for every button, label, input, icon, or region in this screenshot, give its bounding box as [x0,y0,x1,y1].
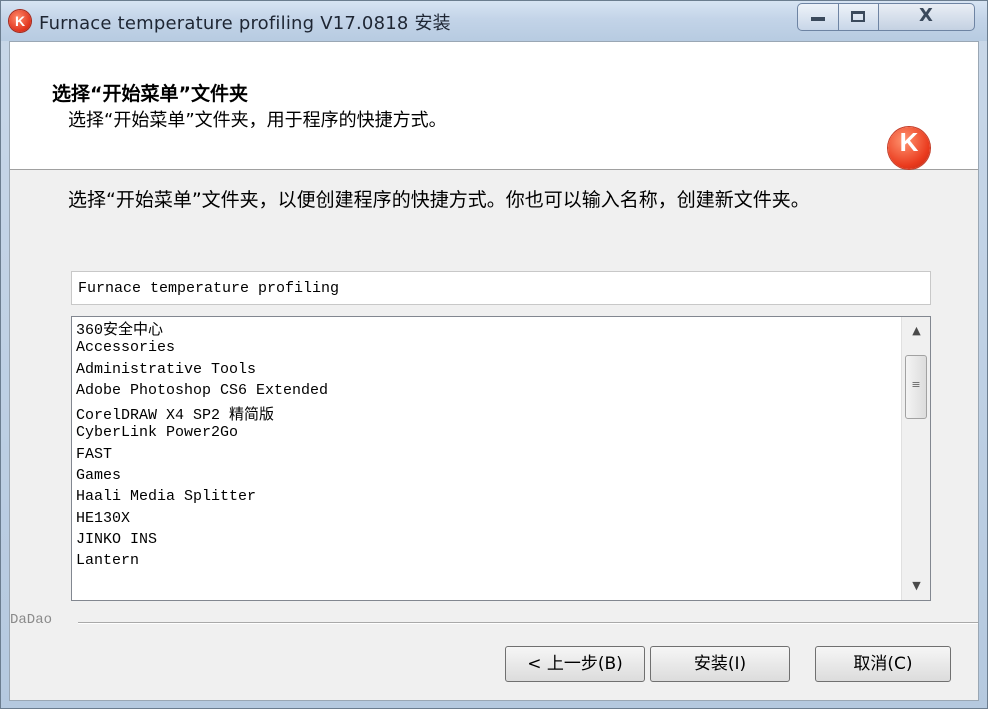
list-item[interactable]: Adobe Photoshop CS6 Extended [76,382,896,403]
vertical-scrollbar[interactable]: ▲ ≡ ▼ [901,317,930,600]
back-button[interactable]: < 上一步(B) [505,646,645,682]
app-logo-icon: K [9,10,31,32]
list-item[interactable]: 360安全中心 [76,318,896,339]
start-menu-folder-input[interactable] [71,271,931,305]
list-item[interactable]: Accessories [76,339,896,360]
list-item[interactable]: Administrative Tools [76,361,896,382]
folder-list: 360安全中心 Accessories Administrative Tools… [76,318,896,574]
close-button[interactable]: X [879,3,975,31]
close-icon: X [919,5,933,26]
list-item[interactable]: CyberLink Power2Go [76,424,896,445]
list-item[interactable]: Lantern [76,552,896,573]
installer-window: K Furnace temperature profiling V17.0818… [0,0,988,709]
page-header: 选择“开始菜单”文件夹 选择“开始菜单”文件夹，用于程序的快捷方式。 K [10,42,978,170]
brand-logo-icon: K [888,127,930,169]
maximize-button[interactable] [839,3,879,31]
dialog-client-area: 选择“开始菜单”文件夹 选择“开始菜单”文件夹，用于程序的快捷方式。 K 选择“… [9,41,979,701]
cancel-button[interactable]: 取消(C) [815,646,951,682]
installer-brand-label: DaDao [10,612,53,628]
footer-divider [78,622,978,624]
scroll-thumb[interactable]: ≡ [905,355,927,419]
list-item[interactable]: JINKO INS [76,531,896,552]
page-title: 选择“开始菜单”文件夹 [52,83,248,105]
list-item[interactable]: CorelDRAW X4 SP2 精简版 [76,403,896,424]
list-item[interactable]: FAST [76,446,896,467]
minimize-button[interactable] [797,3,839,31]
brand-logo-letter: K [899,127,919,157]
minimize-icon [811,17,825,21]
install-button[interactable]: 安装(I) [650,646,790,682]
folder-listbox[interactable]: 360安全中心 Accessories Administrative Tools… [71,316,931,601]
scroll-down-arrow-icon[interactable]: ▼ [902,574,930,598]
scroll-up-arrow-icon[interactable]: ▲ [902,319,930,343]
window-title: Furnace temperature profiling V17.0818 安… [39,13,451,34]
app-logo-letter: K [14,13,26,29]
title-bar[interactable]: K Furnace temperature profiling V17.0818… [1,1,987,41]
list-item[interactable]: Games [76,467,896,488]
list-item[interactable]: Haali Media Splitter [76,488,896,509]
instruction-text: 选择“开始菜单”文件夹，以便创建程序的快捷方式。你也可以输入名称，创建新文件夹。 [68,189,810,211]
grip-icon: ≡ [911,378,921,391]
list-item[interactable]: HE130X [76,510,896,531]
maximize-icon [851,11,865,22]
page-subtitle: 选择“开始菜单”文件夹，用于程序的快捷方式。 [68,110,447,131]
